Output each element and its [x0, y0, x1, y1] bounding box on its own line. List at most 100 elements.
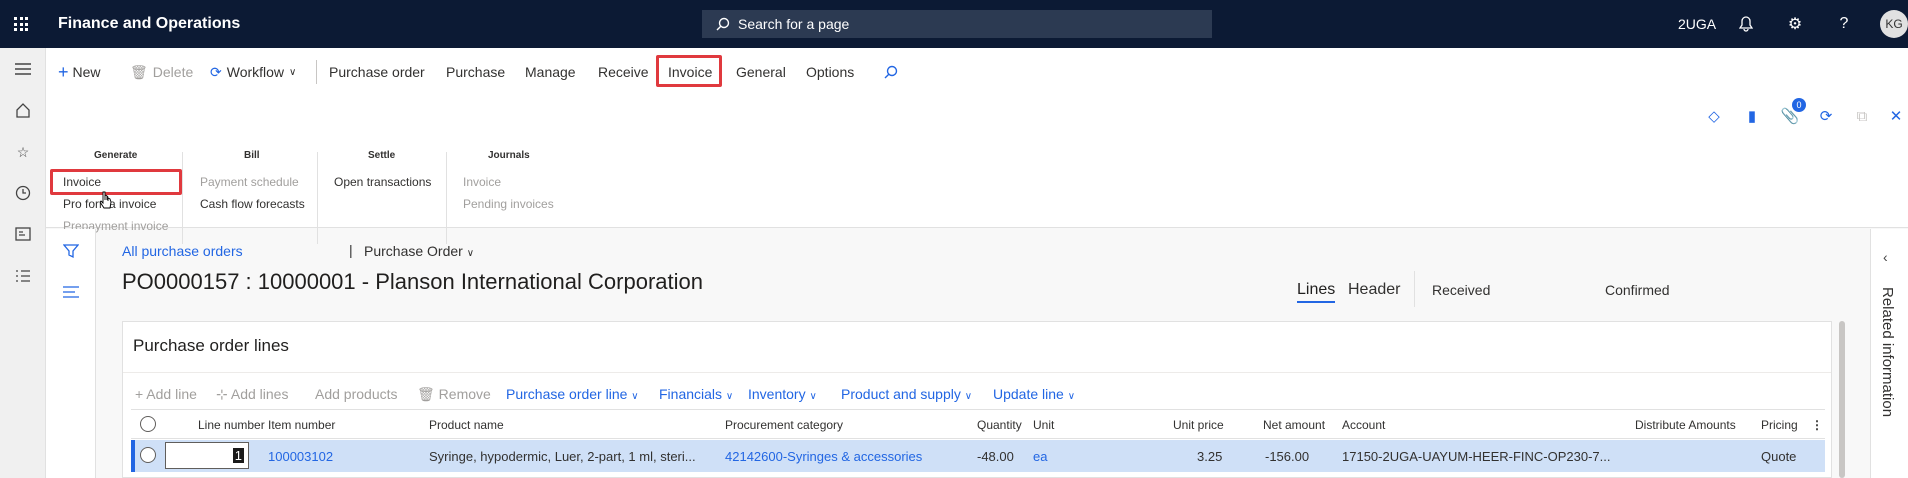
plus-icon: +: [58, 61, 69, 82]
close-icon[interactable]: ✕: [1886, 106, 1906, 126]
related-information-panel[interactable]: ‹ Related information: [1870, 229, 1908, 478]
update-line-menu[interactable]: Update line ∨: [993, 386, 1075, 402]
app-launcher-icon[interactable]: [14, 17, 28, 31]
top-bar: Finance and Operations Search for a page…: [0, 0, 1908, 48]
open-new-window-icon[interactable]: ⧉: [1852, 106, 1872, 126]
col-unit[interactable]: Unit: [1033, 418, 1054, 432]
workflow-button[interactable]: ⟳ Workflow ∨: [210, 60, 296, 84]
attachment-icon[interactable]: 📎 0: [1780, 98, 1806, 126]
purchase-order-line-menu[interactable]: Purchase order line ∨: [506, 386, 639, 402]
chevron-down-icon: ∨: [809, 391, 817, 402]
quantity-cell: -48.00: [977, 449, 1014, 464]
search-box[interactable]: Search for a page: [702, 10, 1212, 38]
section-title[interactable]: Purchase order lines: [133, 336, 289, 356]
highlight-box: [50, 169, 182, 195]
app-title[interactable]: Finance and Operations: [58, 15, 240, 33]
add-line-button[interactable]: + Add line: [135, 386, 197, 402]
chevron-down-icon: ∨: [964, 391, 973, 402]
payment-schedule-button[interactable]: Payment schedule: [200, 175, 299, 189]
search-placeholder: Search for a page: [738, 16, 850, 32]
more-icon[interactable]: ⋮: [1811, 418, 1823, 432]
tab-purchase-order[interactable]: Purchase order: [329, 60, 425, 84]
col-account[interactable]: Account: [1342, 418, 1385, 432]
row-select-radio[interactable]: [140, 447, 156, 463]
left-nav: ☆: [0, 48, 46, 478]
group-bill-header: Bill: [244, 150, 260, 161]
tab-options[interactable]: Options: [806, 60, 854, 84]
financials-menu[interactable]: Financials ∨: [659, 386, 733, 402]
home-icon[interactable]: [12, 99, 34, 121]
clock-icon[interactable]: [12, 182, 34, 204]
product-and-supply-menu[interactable]: Product and supply ∨: [841, 386, 972, 402]
help-icon[interactable]: ?: [1834, 14, 1854, 34]
col-net-amount[interactable]: Net amount: [1263, 418, 1325, 432]
table-row[interactable]: 1 100003102 Syringe, hypodermic, Luer, 2…: [131, 440, 1825, 472]
search-icon: [716, 17, 730, 31]
tab-header[interactable]: Header: [1348, 281, 1400, 299]
filter-icon[interactable]: [62, 243, 80, 262]
col-unit-price[interactable]: Unit price: [1173, 418, 1224, 432]
breadcrumb[interactable]: All purchase orders: [122, 243, 243, 259]
bell-icon[interactable]: [1736, 14, 1756, 34]
search-icon[interactable]: [884, 60, 898, 84]
add-products-button[interactable]: Add products: [315, 386, 398, 402]
col-distribute-amounts[interactable]: Distribute Amounts: [1635, 418, 1736, 432]
delete-button[interactable]: 🗑 Delete: [130, 60, 193, 84]
office-icon[interactable]: ▮: [1742, 106, 1762, 126]
hamburger-icon[interactable]: [12, 58, 34, 80]
add-lines-button[interactable]: ⊹ Add lines: [216, 386, 288, 403]
cash-flow-forecasts-button[interactable]: Cash flow forecasts: [200, 197, 305, 211]
procurement-category-link[interactable]: 42142600-Syringes & accessories: [725, 449, 922, 464]
avatar[interactable]: KG: [1880, 10, 1908, 38]
journal-invoice-button[interactable]: Invoice: [463, 175, 501, 189]
item-number-link[interactable]: 100003102: [268, 449, 333, 464]
vertical-scrollbar[interactable]: [1839, 321, 1845, 478]
tab-receive[interactable]: Receive: [598, 60, 649, 84]
tab-general[interactable]: General: [736, 60, 786, 84]
group-settle-header: Settle: [368, 150, 396, 161]
workspace-icon[interactable]: [12, 223, 34, 245]
remove-button[interactable]: 🗑 Remove: [417, 386, 491, 403]
unit-link[interactable]: ea: [1033, 449, 1047, 464]
col-quantity[interactable]: Quantity: [977, 418, 1022, 432]
chevron-down-icon: ∨: [289, 66, 297, 78]
chevron-down-icon: ∨: [466, 248, 475, 259]
chevron-down-icon: ∨: [725, 391, 734, 402]
line-number-input[interactable]: 1: [165, 442, 249, 469]
trash-icon: 🗑: [130, 63, 148, 80]
status-confirmed: Confirmed: [1605, 282, 1670, 298]
purchase-order-lines-section: Purchase order lines + Add line ⊹ Add li…: [122, 321, 1832, 478]
chevron-left-icon[interactable]: ‹: [1883, 249, 1888, 265]
col-procurement-category[interactable]: Procurement category: [725, 418, 843, 432]
modules-icon[interactable]: [12, 265, 34, 287]
open-transactions-button[interactable]: Open transactions: [334, 175, 431, 189]
col-item-number[interactable]: Item number: [268, 418, 335, 432]
action-pane: + New 🗑 Delete ⟳ Workflow ∨ Purchase order P…: [46, 48, 1908, 244]
company-picker[interactable]: 2UGA: [1678, 16, 1716, 32]
related-information-label[interactable]: Related information: [1879, 287, 1896, 417]
inventory-menu[interactable]: Inventory ∨: [748, 386, 817, 402]
view-selector[interactable]: Purchase Order ∨: [364, 243, 474, 259]
tab-manage[interactable]: Manage: [525, 60, 576, 84]
tab-lines[interactable]: Lines: [1297, 281, 1336, 303]
pricing-cell: Quote: [1761, 449, 1797, 464]
divider: [1414, 271, 1415, 307]
product-name-cell: Syringe, hypodermic, Luer, 2-part, 1 ml,…: [429, 449, 696, 464]
new-button[interactable]: + New: [58, 60, 101, 84]
select-all-radio[interactable]: [140, 416, 156, 432]
list-icon[interactable]: [63, 285, 79, 301]
col-line-number[interactable]: Line number: [198, 418, 265, 432]
refresh-icon[interactable]: ⟳: [1816, 106, 1836, 126]
diamond-icon[interactable]: ◇: [1704, 106, 1724, 126]
star-icon[interactable]: ☆: [12, 141, 34, 163]
mouse-cursor-icon: [99, 191, 113, 214]
page-title: PO0000157 : 10000001 - Planson Internati…: [122, 269, 703, 294]
col-pricing[interactable]: Pricing: [1761, 418, 1798, 432]
gear-icon[interactable]: ⚙: [1785, 14, 1805, 34]
tab-purchase[interactable]: Purchase: [446, 60, 505, 84]
notification-badge: 0: [1792, 98, 1806, 112]
pending-invoices-button[interactable]: Pending invoices: [463, 197, 554, 211]
col-product-name[interactable]: Product name: [429, 418, 504, 432]
group-generate-header: Generate: [94, 150, 138, 161]
chevron-down-icon: ∨: [631, 391, 639, 402]
